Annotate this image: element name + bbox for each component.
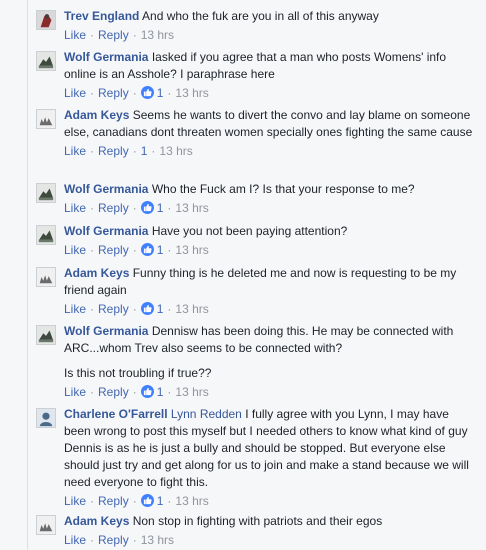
avatar[interactable] bbox=[36, 10, 56, 30]
like-reaction-icon[interactable] bbox=[140, 243, 154, 256]
avatar[interactable] bbox=[36, 109, 56, 129]
comment: Adam Keys Funny thing is he deleted me a… bbox=[36, 265, 476, 317]
reply-link[interactable]: Reply bbox=[98, 144, 129, 158]
comment-actions: Like · Reply · 1 · 13 hrs bbox=[64, 494, 209, 508]
like-link[interactable]: Like bbox=[64, 494, 86, 508]
comment-timestamp[interactable]: 13 hrs bbox=[141, 533, 174, 547]
like-link[interactable]: Like bbox=[64, 243, 86, 257]
comment-actions: Like · Reply · 1 · 13 hrs bbox=[64, 201, 209, 215]
like-reaction-icon[interactable] bbox=[140, 302, 154, 315]
like-reaction-icon[interactable] bbox=[140, 385, 154, 398]
comment-author[interactable]: Charlene O'Farrell bbox=[64, 407, 168, 421]
comment-author[interactable]: Trev England bbox=[64, 9, 139, 23]
avatar[interactable] bbox=[36, 515, 56, 535]
comment-author[interactable]: Adam Keys bbox=[64, 266, 129, 280]
reply-link[interactable]: Reply bbox=[98, 385, 129, 399]
comment-timestamp[interactable]: 13 hrs bbox=[141, 28, 174, 42]
comment-thread: Trev England And who the fuk are you in … bbox=[0, 0, 486, 550]
comment-author[interactable]: Adam Keys bbox=[64, 514, 129, 528]
reply-link[interactable]: Reply bbox=[98, 494, 129, 508]
comment-text: Non stop in fighting with patriots and t… bbox=[132, 514, 383, 528]
comment-actions: Like · Reply · 1 · 13 hrs bbox=[64, 86, 209, 100]
like-link[interactable]: Like bbox=[64, 144, 86, 158]
comment-timestamp[interactable]: 13 hrs bbox=[175, 201, 208, 215]
avatar[interactable] bbox=[36, 225, 56, 245]
thread-guide-line bbox=[27, 0, 28, 550]
comment-actions: Like · Reply · 1 · 13 hrs bbox=[64, 385, 209, 399]
like-link[interactable]: Like bbox=[64, 86, 86, 100]
avatar[interactable] bbox=[36, 183, 56, 203]
reply-link[interactable]: Reply bbox=[98, 201, 129, 215]
like-reaction-icon[interactable] bbox=[140, 201, 154, 214]
like-link[interactable]: Like bbox=[64, 385, 86, 399]
comment: Wolf Germania Who the Fuck am I? Is that… bbox=[36, 181, 476, 216]
comment-timestamp[interactable]: 13 hrs bbox=[175, 302, 208, 316]
comment: Wolf Germania Have you not been paying a… bbox=[36, 223, 476, 258]
avatar[interactable] bbox=[36, 267, 56, 287]
mention-link[interactable]: Lynn Redden bbox=[171, 407, 242, 421]
comment-actions: Like · Reply · 1 · 13 hrs bbox=[64, 144, 193, 158]
comment: Charlene O'Farrell Lynn Redden I fully a… bbox=[36, 406, 476, 509]
like-link[interactable]: Like bbox=[64, 302, 86, 316]
comment-actions: Like · Reply · 1 · 13 hrs bbox=[64, 243, 209, 257]
comment: Wolf Germania Dennisw has been doing thi… bbox=[36, 323, 476, 400]
like-reaction-icon[interactable] bbox=[140, 494, 154, 507]
reply-link[interactable]: Reply bbox=[98, 302, 129, 316]
reply-link[interactable]: Reply bbox=[98, 86, 129, 100]
comment-actions: Like · Reply · 13 hrs bbox=[64, 28, 175, 42]
comment: Adam Keys Seems he wants to divert the c… bbox=[36, 107, 476, 159]
avatar[interactable] bbox=[36, 325, 56, 345]
comment: Trev England And who the fuk are you in … bbox=[36, 8, 476, 43]
comment-author[interactable]: Wolf Germania bbox=[64, 224, 148, 238]
comment-timestamp[interactable]: 13 hrs bbox=[175, 86, 208, 100]
comment: Wolf Germania Iasked if you agree that a… bbox=[36, 49, 476, 101]
comment-timestamp[interactable]: 13 hrs bbox=[175, 243, 208, 257]
like-reaction-icon[interactable] bbox=[140, 86, 154, 99]
comment-timestamp[interactable]: 13 hrs bbox=[159, 144, 192, 158]
comment-author[interactable]: Adam Keys bbox=[64, 108, 129, 122]
avatar[interactable] bbox=[36, 408, 56, 428]
comment-timestamp[interactable]: 13 hrs bbox=[175, 385, 208, 399]
reply-link[interactable]: Reply bbox=[98, 533, 129, 547]
comment-author[interactable]: Wolf Germania bbox=[64, 182, 148, 196]
reply-link[interactable]: Reply bbox=[98, 243, 129, 257]
comment-author[interactable]: Wolf Germania bbox=[64, 324, 148, 338]
comment-actions: Like · Reply · 1 · 13 hrs bbox=[64, 302, 209, 316]
comment-text: Who the Fuck am I? Is that your response… bbox=[151, 182, 415, 196]
comment-text: And who the fuk are you in all of this a… bbox=[142, 9, 379, 23]
comment-author[interactable]: Wolf Germania bbox=[64, 50, 148, 64]
comment: Adam Keys Non stop in fighting with patr… bbox=[36, 513, 476, 548]
like-link[interactable]: Like bbox=[64, 28, 86, 42]
avatar[interactable] bbox=[36, 51, 56, 71]
comment-text: Have you not been paying attention? bbox=[151, 224, 348, 238]
comment-timestamp[interactable]: 13 hrs bbox=[175, 494, 208, 508]
like-link[interactable]: Like bbox=[64, 201, 86, 215]
comment-actions: Like · Reply · 13 hrs bbox=[64, 533, 175, 547]
comment-text-paragraph: Is this not troubling if true?? bbox=[64, 366, 212, 380]
reply-link[interactable]: Reply bbox=[98, 28, 129, 42]
like-link[interactable]: Like bbox=[64, 533, 86, 547]
